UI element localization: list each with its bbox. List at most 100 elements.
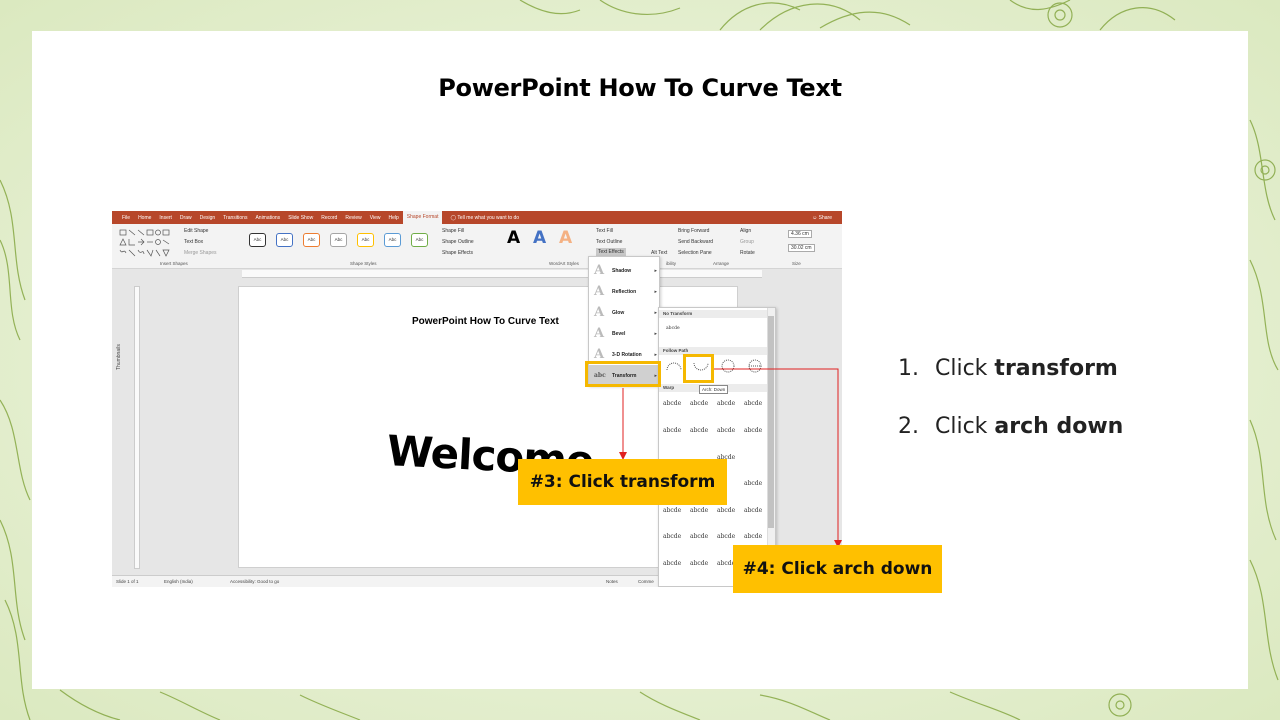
wordart-black[interactable]: A <box>507 228 520 248</box>
step-number: 2. <box>898 414 919 439</box>
rotation-icon: A <box>594 346 605 362</box>
bring-forward-button[interactable]: Bring Forward <box>678 228 709 234</box>
tab-transitions[interactable]: Transitions <box>219 215 251 221</box>
tell-me-search[interactable]: ◯ Tell me what you want to do <box>450 215 519 221</box>
menu-item-reflection[interactable]: A Reflection ▸ <box>589 281 661 302</box>
warp-option[interactable]: abcde <box>717 400 735 407</box>
button-option[interactable] <box>746 358 764 374</box>
shape-outline-button[interactable]: Shape Outline <box>442 239 474 245</box>
comments-button[interactable]: Comme <box>638 579 654 584</box>
shape-effects-label: Shape Effects <box>442 250 474 256</box>
selection-pane-button[interactable]: Selection Pane <box>678 250 712 256</box>
tab-file[interactable]: File <box>118 215 134 221</box>
tab-view[interactable]: View <box>366 215 385 221</box>
slide-counter: Slide 1 of 1 <box>116 579 139 584</box>
shape-style-option[interactable]: Abc <box>411 233 428 247</box>
warp-option[interactable]: abcde <box>690 560 708 567</box>
group-label-size: Size <box>792 261 801 266</box>
warp-option[interactable]: abcde <box>744 507 762 514</box>
text-fill-button[interactable]: Text Fill <box>596 228 613 234</box>
group-label-arrange: Arrange <box>713 261 730 266</box>
no-transform-option[interactable]: abcde <box>666 326 680 331</box>
tab-design[interactable]: Design <box>196 215 220 221</box>
warp-option[interactable]: abcde <box>744 533 762 540</box>
width-field[interactable]: 30.02 cm <box>788 244 815 252</box>
shape-fill-button[interactable]: Shape Fill <box>442 228 464 234</box>
no-transform-header: No Transform <box>659 310 769 318</box>
thumbnails-pane[interactable]: Thumbnails <box>112 270 130 576</box>
rotate-button[interactable]: Rotate <box>740 250 755 256</box>
share-button[interactable]: ☺ Share <box>812 215 832 221</box>
merge-shapes-button[interactable]: Merge Shapes <box>184 250 217 256</box>
ribbon-shape-format: Edit Shape Text Box Merge Shapes Insert … <box>112 224 842 269</box>
tab-record[interactable]: Record <box>317 215 341 221</box>
tab-insert[interactable]: Insert <box>155 215 176 221</box>
text-box-label: Text Box <box>184 239 204 245</box>
shape-style-option[interactable]: Abc <box>384 233 401 247</box>
warp-option[interactable]: abcde <box>663 533 681 540</box>
tab-draw[interactable]: Draw <box>176 215 196 221</box>
warp-option[interactable]: abcde <box>663 560 681 567</box>
shape-effects-button[interactable]: Shape Effects <box>442 250 473 256</box>
person-icon: ☺ <box>812 215 818 221</box>
rotate-label: Rotate <box>740 250 755 256</box>
warp-option[interactable]: abcde <box>744 427 762 434</box>
tab-shape-format[interactable]: Shape Format <box>402 211 443 224</box>
arch-up-option[interactable] <box>665 360 683 372</box>
text-outline-button[interactable]: Text Outline <box>596 239 622 245</box>
menu-item-shadow[interactable]: A Shadow ▸ <box>589 260 661 281</box>
text-fill-label: Text Fill <box>596 228 613 234</box>
language-status[interactable]: English (India) <box>164 579 193 584</box>
warp-option[interactable]: abcde <box>690 533 708 540</box>
shape-style-option[interactable]: Abc <box>249 233 266 247</box>
group-button[interactable]: Group <box>740 239 754 245</box>
text-effects-label: Text Effects <box>598 249 624 255</box>
text-box-button[interactable]: Text Box <box>184 239 203 245</box>
tab-slide-show[interactable]: Slide Show <box>284 215 317 221</box>
height-field[interactable]: 4.36 cm <box>788 230 812 238</box>
warp-option[interactable]: abcde <box>663 507 681 514</box>
notes-button[interactable]: Notes <box>606 579 618 584</box>
shape-outline-label: Shape Outline <box>442 239 474 245</box>
circle-option[interactable] <box>719 358 737 374</box>
warp-option[interactable]: abcde <box>663 400 681 407</box>
menu-item-glow[interactable]: A Glow ▸ <box>589 302 661 323</box>
wordart-orange[interactable]: A <box>559 228 572 248</box>
glow-icon: A <box>594 304 605 320</box>
shape-style-option[interactable]: Abc <box>330 233 347 247</box>
warp-option[interactable]: abcde <box>744 480 762 487</box>
menu-label: Shadow <box>612 267 632 274</box>
send-backward-button[interactable]: Send Backward <box>678 239 713 245</box>
tab-home[interactable]: Home <box>134 215 155 221</box>
warp-option[interactable]: abcde <box>717 507 735 514</box>
warp-option[interactable]: abcde <box>690 427 708 434</box>
group-label: Group <box>740 239 754 245</box>
tab-review[interactable]: Review <box>341 215 365 221</box>
warp-option[interactable]: abcde <box>690 400 708 407</box>
shape-fill-label: Shape Fill <box>442 228 465 234</box>
text-effects-button[interactable]: Text Effects <box>596 248 626 256</box>
scrollbar-thumb[interactable] <box>768 316 774 528</box>
tab-help[interactable]: Help <box>384 215 402 221</box>
menu-label: Glow <box>612 309 625 316</box>
shape-style-option[interactable]: Abc <box>276 233 293 247</box>
menu-item-bevel[interactable]: A Bevel ▸ <box>589 323 661 344</box>
accessibility-status[interactable]: Accessibility: Good to go <box>230 579 279 584</box>
shapes-gallery-icon[interactable] <box>118 228 176 258</box>
warp-option[interactable]: abcde <box>717 427 735 434</box>
edit-shape-button[interactable]: Edit Shape <box>184 228 208 234</box>
merge-shapes-label: Merge Shapes <box>184 250 217 256</box>
shape-style-option[interactable]: Abc <box>303 233 320 247</box>
warp-option[interactable]: abcde <box>663 427 681 434</box>
step-prefix: Click <box>935 356 988 381</box>
step-keyword: transform <box>994 356 1118 381</box>
tab-animations[interactable]: Animations <box>251 215 284 221</box>
warp-option[interactable]: abcde <box>690 507 708 514</box>
shape-style-option[interactable]: Abc <box>357 233 374 247</box>
warp-option[interactable]: abcde <box>717 533 735 540</box>
wordart-blue[interactable]: A <box>533 228 546 248</box>
align-button[interactable]: Align <box>740 228 751 234</box>
menu-label: Bevel <box>612 330 626 337</box>
warp-option[interactable]: abcde <box>744 400 762 407</box>
inner-slide-title[interactable]: PowerPoint How To Curve Text <box>412 316 559 327</box>
